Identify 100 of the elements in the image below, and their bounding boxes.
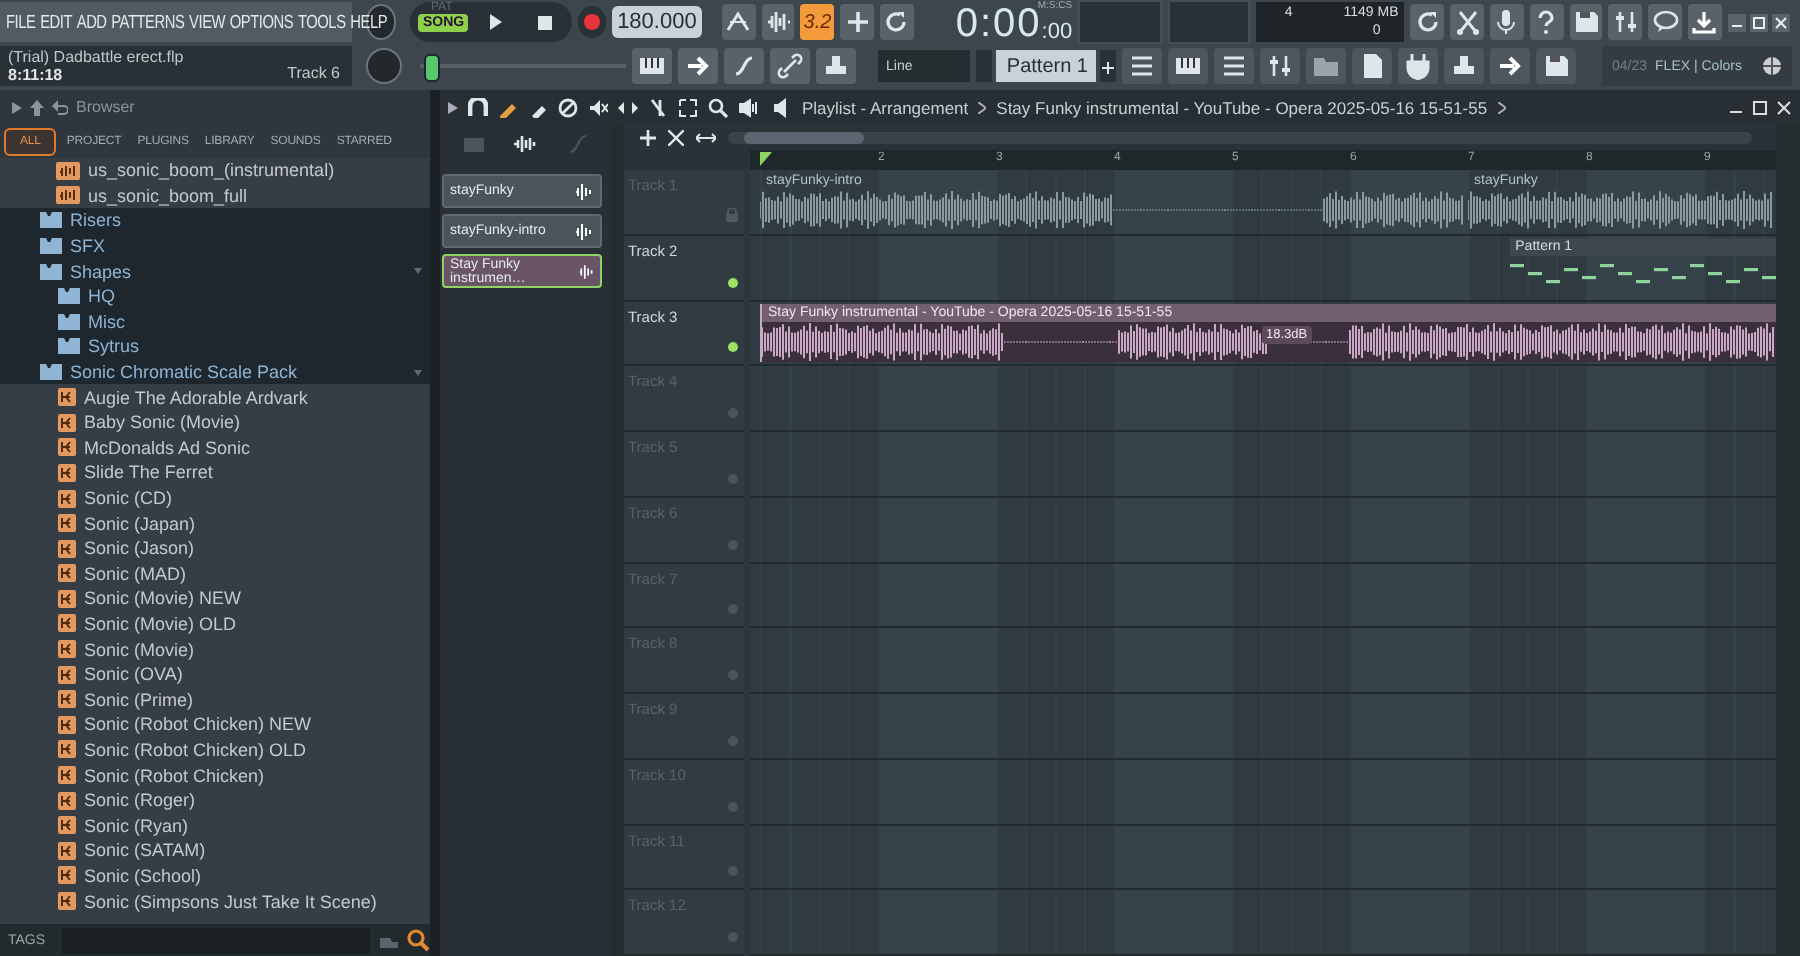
toolbar-button[interactable] <box>724 48 764 84</box>
browser-item[interactable]: Sonic (MAD) <box>0 561 430 587</box>
toolbar-button[interactable] <box>770 48 810 84</box>
vertical-scrollbar[interactable] <box>1776 124 1800 956</box>
expand-icon[interactable] <box>448 101 458 113</box>
up-arrow-icon[interactable] <box>30 99 44 115</box>
browser-item[interactable]: Sonic (Movie) OLD <box>0 611 430 637</box>
toolbar-button[interactable] <box>632 48 672 84</box>
track-led-icon[interactable] <box>728 539 738 549</box>
collapse-caret-icon[interactable] <box>414 268 422 275</box>
add-icon[interactable] <box>640 129 656 145</box>
toolbar-button[interactable] <box>1398 48 1438 84</box>
track-lane[interactable] <box>750 628 1776 694</box>
browser-item[interactable]: Sonic (Roger) <box>0 787 430 813</box>
toolbar-button[interactable] <box>1214 48 1254 84</box>
toggle-button[interactable]: 3.2 <box>800 4 835 40</box>
browser-item[interactable]: Sonic (School) <box>0 863 430 889</box>
maximize-icon[interactable] <box>1750 13 1768 31</box>
browser-item[interactable]: Sonic (Simpsons Just Take It Scene) <box>0 888 430 914</box>
horizontal-scrollbar[interactable] <box>728 131 1752 143</box>
browser-item[interactable]: Sonic (CD) <box>0 485 430 511</box>
toolbar-button[interactable] <box>1569 4 1603 40</box>
track-led-icon[interactable] <box>728 604 738 615</box>
toolbar-button[interactable] <box>1450 4 1484 40</box>
expand-icon[interactable] <box>12 101 22 113</box>
toolbar-button[interactable] <box>816 48 856 84</box>
menu-item[interactable]: TOOLS <box>297 11 346 33</box>
prohibited-icon[interactable] <box>558 97 578 117</box>
tags-field[interactable] <box>61 927 370 953</box>
browser-item[interactable]: Sonic (Japan) <box>0 510 430 536</box>
toolbar-button[interactable] <box>1352 48 1392 84</box>
track-led-icon[interactable] <box>728 801 738 811</box>
close-icon[interactable] <box>1772 13 1790 31</box>
track-lane[interactable] <box>750 366 1776 432</box>
toolbar-button[interactable] <box>840 4 874 40</box>
browser-item[interactable]: Augie The Adorable Ardvark <box>0 384 430 410</box>
collapse-caret-icon[interactable] <box>414 369 422 376</box>
menu-item[interactable]: PATTERNS <box>111 11 185 33</box>
undo-icon[interactable] <box>52 99 68 115</box>
browser-item[interactable]: Sonic (Jason) <box>0 535 430 561</box>
wave-icon[interactable] <box>511 134 539 154</box>
track-lane[interactable] <box>750 890 1776 956</box>
browser-item[interactable]: Sonic (Prime) <box>0 686 430 713</box>
search-icon[interactable] <box>406 928 430 952</box>
browser-item[interactable]: Sonic (OVA) <box>0 661 430 687</box>
menu-item[interactable]: FILE <box>6 11 36 33</box>
remove-icon[interactable] <box>668 129 684 145</box>
record-button[interactable] <box>578 6 606 38</box>
track-lane[interactable] <box>750 497 1776 563</box>
slice-icon[interactable] <box>648 97 668 117</box>
browser-item[interactable]: Sonic (Robot Chicken) NEW <box>0 712 430 738</box>
browser-item[interactable]: Baby Sonic (Movie) <box>0 409 430 436</box>
slip-icon[interactable] <box>618 97 638 117</box>
mute-icon[interactable] <box>588 97 608 117</box>
track-lane[interactable] <box>750 759 1776 825</box>
toolbar-button[interactable] <box>1410 4 1445 40</box>
playback-icon[interactable] <box>738 97 758 117</box>
browser-item[interactable]: Shapes <box>0 258 430 284</box>
track-lane[interactable] <box>750 825 1776 891</box>
toolbar-button[interactable] <box>761 4 795 40</box>
browser-item[interactable]: Sytrus <box>0 334 430 360</box>
browser-item[interactable]: Slide The Ferret <box>0 460 430 486</box>
select-icon[interactable] <box>678 97 698 117</box>
toolbar-button[interactable] <box>1168 48 1208 84</box>
maximize-icon[interactable] <box>1752 99 1768 115</box>
toolbar-button[interactable] <box>1122 48 1162 84</box>
track-led-icon[interactable] <box>728 277 738 287</box>
browser-item[interactable]: Sonic (SATAM) <box>0 838 430 864</box>
track-led-icon[interactable] <box>728 670 738 680</box>
browser-item[interactable]: Sonic (Robot Chicken) <box>0 762 430 788</box>
track-led-icon[interactable] <box>728 473 738 484</box>
zoom-icon[interactable] <box>708 97 728 117</box>
pattern-selector[interactable]: Pattern 1 <box>996 50 1096 82</box>
playhead-marker-icon[interactable] <box>760 152 772 166</box>
magnet-icon[interactable] <box>468 97 488 117</box>
toolbar-button[interactable] <box>1529 4 1564 40</box>
menu-item[interactable]: HELP <box>350 11 388 33</box>
toolbar-button[interactable] <box>1608 4 1643 40</box>
browser-item[interactable]: Sonic (Movie) NEW <box>0 586 430 612</box>
close-icon[interactable] <box>1776 99 1792 115</box>
toolbar-button[interactable] <box>1536 48 1576 84</box>
browser-item[interactable]: HQ <box>0 283 430 310</box>
browser-item[interactable]: SFX <box>0 233 430 259</box>
toolbar-button[interactable] <box>1648 4 1683 40</box>
track-lane[interactable] <box>750 563 1776 629</box>
menu-item[interactable]: EDIT <box>40 11 73 33</box>
toolbar-button[interactable] <box>721 4 756 40</box>
track-lane[interactable] <box>750 694 1776 760</box>
browser-item[interactable]: Sonic (Robot Chicken) OLD <box>0 737 430 763</box>
browser-item[interactable]: Risers <box>0 208 430 234</box>
track-led-icon[interactable] <box>728 342 738 353</box>
browser-item[interactable]: McDonalds Ad Sonic <box>0 435 430 461</box>
browser-item[interactable]: us_sonic_boom_full <box>0 183 430 209</box>
track-led-icon[interactable] <box>728 408 738 418</box>
resize-icon[interactable] <box>696 129 716 145</box>
browser-item[interactable]: Sonic (Ryan) <box>0 812 430 839</box>
toolbar-button[interactable] <box>1688 4 1722 40</box>
browser-item[interactable]: Sonic Chromatic Scale Pack <box>0 359 430 385</box>
tempo-display[interactable]: 180.000 <box>611 6 703 38</box>
toolbar-button[interactable] <box>1444 48 1484 84</box>
